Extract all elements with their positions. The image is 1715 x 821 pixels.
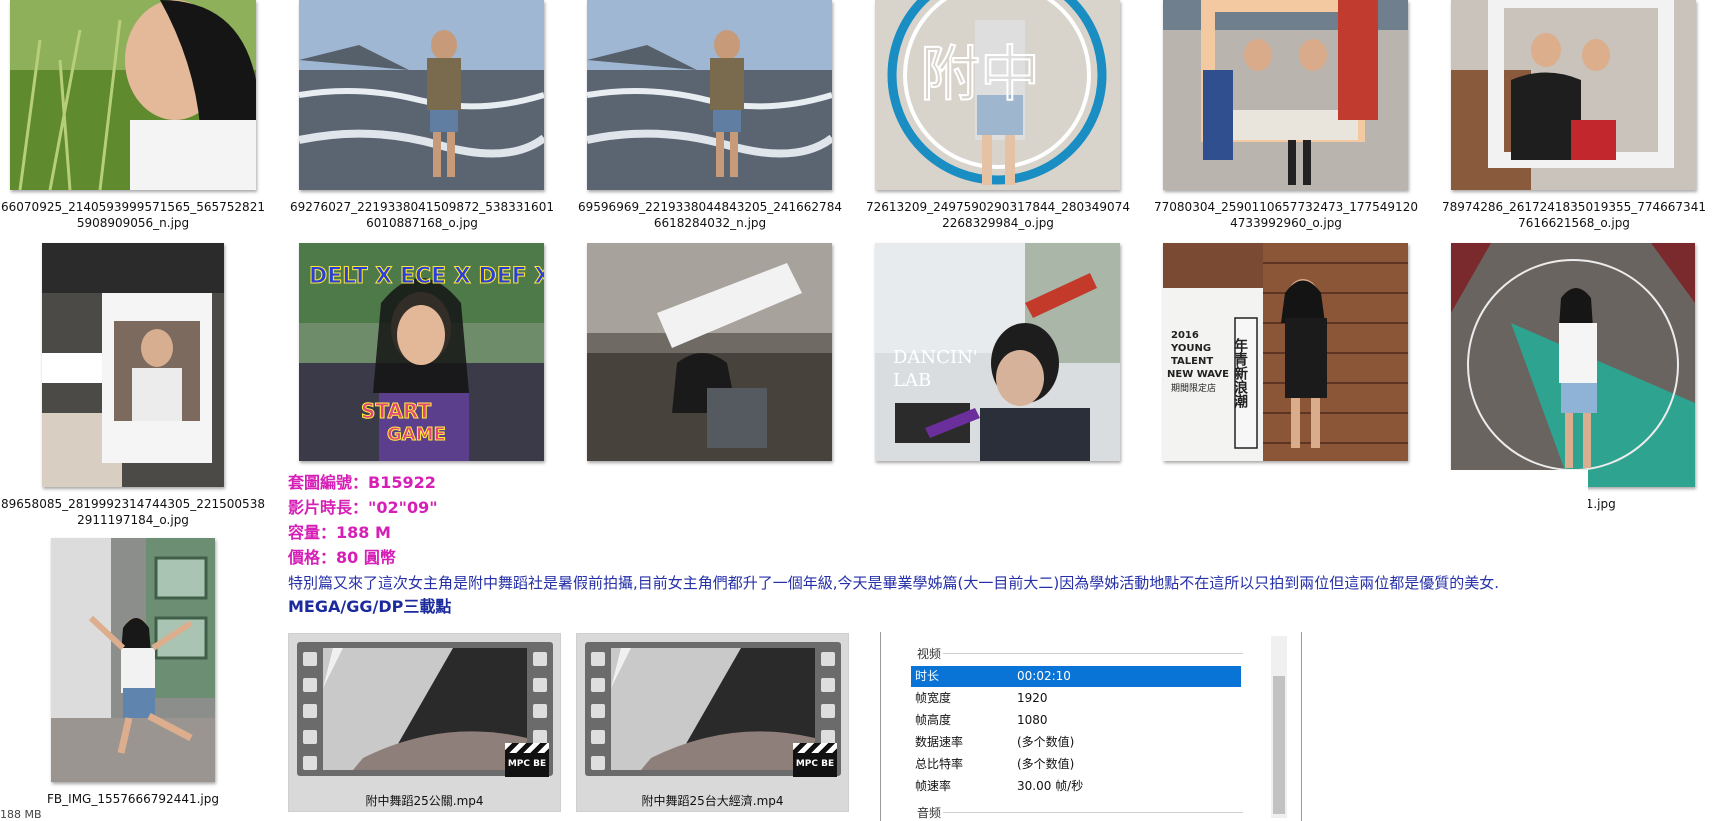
property-value: 1080	[1017, 713, 1048, 727]
property-key: 帧高度	[915, 713, 952, 727]
property-key: 时长	[915, 669, 940, 683]
mpc-badge-label: MPC BE	[507, 759, 547, 769]
logo-text: 附中	[920, 40, 1040, 110]
sign-text: YOUNG	[1170, 343, 1211, 354]
photo-thumbnail[interactable]	[1163, 0, 1408, 190]
video-file-tile[interactable]: MPC BE 附中舞蹈25台大經濟.mp4	[576, 633, 849, 812]
property-key: 帧速率	[915, 779, 952, 793]
property-row-frame-height[interactable]: 帧高度 1080	[911, 710, 1241, 731]
ring-text: DELT X ECE X DEF X	[309, 264, 544, 289]
photo-thumbnail[interactable]	[587, 0, 832, 190]
sign-vertical-text: 年青新浪潮	[1232, 337, 1248, 409]
property-value: (多个数值)	[1017, 757, 1075, 771]
photo-thumbnail[interactable]	[587, 243, 832, 461]
price: 價格：80 圓幣	[288, 548, 396, 567]
section-divider	[943, 653, 1243, 654]
property-key: 帧宽度	[915, 691, 952, 705]
video-section-header: 视频	[917, 647, 942, 661]
photo-thumbnail[interactable]	[299, 0, 544, 190]
photo-thumbnail[interactable]: 附中	[875, 0, 1120, 190]
photo-thumbnail[interactable]	[1451, 0, 1696, 190]
file-name: 66070925_2140593999571565_56575282159089…	[1, 200, 265, 230]
file-name: 72613209_2497590290317844_28034907422683…	[866, 200, 1130, 230]
mpc-be-icon: MPC BE	[793, 743, 837, 777]
mpc-badge-label: MPC BE	[795, 759, 835, 769]
property-key: 总比特率	[915, 757, 964, 771]
photo-thumbnail[interactable]	[10, 0, 256, 190]
file-name: 89658085_2819992314744305_22150053829111…	[1, 497, 265, 527]
property-row-frame-width[interactable]: 帧宽度 1920	[911, 688, 1241, 709]
properties-scrollbar[interactable]	[1271, 636, 1287, 818]
property-row-data-rate[interactable]: 数据速率 (多个数值)	[911, 732, 1241, 753]
sign-text: TALENT	[1171, 356, 1213, 367]
mpc-be-icon: MPC BE	[505, 743, 549, 777]
photo-thumbnail[interactable]	[42, 243, 224, 487]
file-name: FB_IMG_1557666792441.jpg	[47, 792, 219, 806]
start-text: START	[361, 399, 431, 423]
video-file-name: 附中舞蹈25公關.mp4	[365, 794, 484, 808]
property-key: 数据速率	[915, 735, 964, 749]
property-value: (多个数值)	[1017, 735, 1075, 749]
file-name: 78974286_2617241835019355_77466734176166…	[1442, 200, 1706, 230]
sign-text: NEW WAVE	[1167, 369, 1229, 380]
file-name: 77080304_2590110657732473_17754912047339…	[1154, 200, 1418, 230]
file-name: 69596969_2219338044843205_24166278466182…	[578, 200, 842, 230]
video-file-name: 附中舞蹈25台大經濟.mp4	[641, 794, 784, 808]
set-code: 套圖編號：B15922	[288, 473, 436, 492]
property-row-total-bitrate[interactable]: 总比特率 (多个数值)	[911, 754, 1241, 775]
property-value: 30.00 帧/秒	[1017, 779, 1084, 793]
overlay-text: DANCIN'	[893, 347, 978, 368]
properties-panel: 视频 时长 00:02:10 帧宽度 1920 帧高度 1080 数据速率 (多…	[880, 632, 1302, 821]
game-text: GAME	[387, 424, 446, 445]
photo-thumbnail[interactable]: DANCIN' LAB	[875, 243, 1120, 461]
download-links[interactable]: MEGA/GG/DP三載點	[288, 594, 1588, 620]
audio-section-header: 音频	[917, 806, 942, 820]
photo-thumbnail[interactable]: START GAME DELT X ECE X DEF X	[299, 243, 544, 461]
photo-thumbnail[interactable]	[1451, 243, 1695, 487]
property-value: 00:02:10	[1017, 669, 1071, 683]
property-row-frame-rate[interactable]: 帧速率 30.00 帧/秒	[911, 776, 1241, 797]
file-size: 容量：188 M	[288, 523, 391, 542]
photo-thumbnail[interactable]: 2016 YOUNG TALENT NEW WAVE 期間限定店 年青新浪潮	[1163, 243, 1408, 461]
scrollbar-thumb[interactable]	[1273, 676, 1285, 814]
status-bar-size: 188 MB	[0, 808, 42, 821]
sign-text: 期間限定店	[1171, 382, 1216, 394]
post-info-block: 套圖編號：B15922 影片時長："02"09" 容量：188 M 價格：80 …	[288, 470, 1588, 620]
overlay-text: LAB	[893, 370, 931, 391]
section-divider	[943, 812, 1243, 813]
photo-thumbnail[interactable]	[51, 538, 215, 782]
description: 特別篇又來了這次女主角是附中舞蹈社是暑假前拍攝,目前女主角們都升了一個年級,今天…	[288, 574, 1500, 592]
property-row-duration[interactable]: 时长 00:02:10	[911, 666, 1241, 687]
sign-text: 2016	[1171, 330, 1199, 341]
video-duration: 影片時長："02"09"	[288, 498, 438, 517]
file-name: 69276027_2219338041509872_53833160160108…	[290, 200, 554, 230]
property-value: 1920	[1017, 691, 1048, 705]
video-file-tile[interactable]: MPC BE 附中舞蹈25公關.mp4	[288, 633, 561, 812]
